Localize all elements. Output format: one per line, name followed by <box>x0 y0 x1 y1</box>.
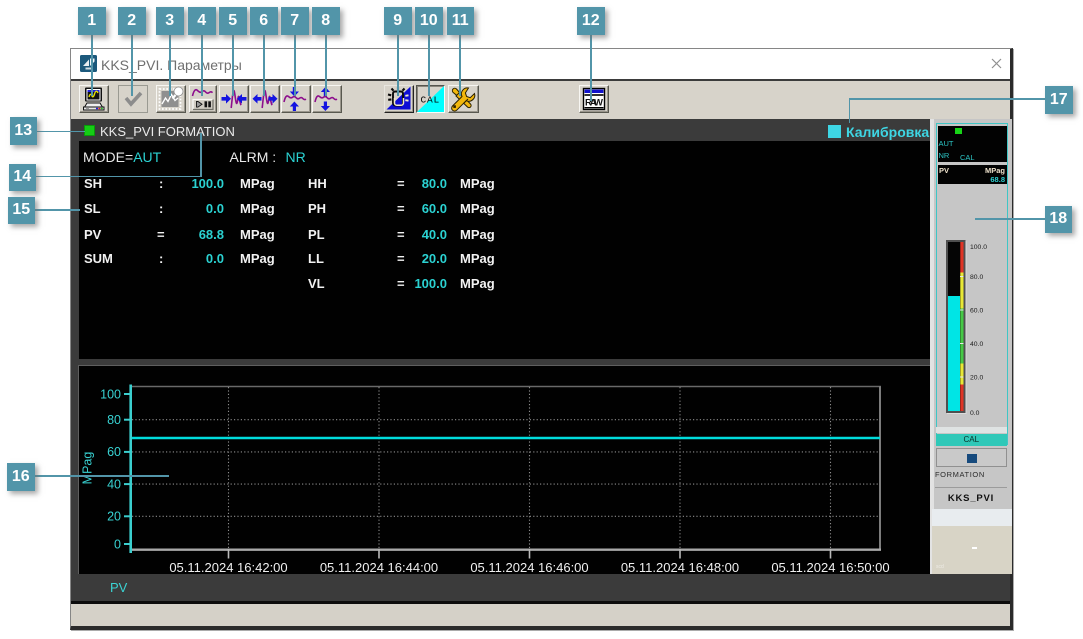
svg-text:05.11.2024 16:50:00: 05.11.2024 16:50:00 <box>771 560 889 575</box>
svg-text:20.0: 20.0 <box>970 374 983 381</box>
svg-text:60.0: 60.0 <box>970 307 983 314</box>
svg-text:80.0: 80.0 <box>970 274 983 281</box>
svg-text:60: 60 <box>107 445 121 459</box>
svg-text:0.0: 0.0 <box>970 410 980 416</box>
svg-text:CAL: CAL <box>420 94 440 105</box>
svg-text:05.11.2024 16:44:00: 05.11.2024 16:44:00 <box>320 560 438 575</box>
svg-text:40: 40 <box>107 477 121 491</box>
svg-text:05.11.2024 16:48:00: 05.11.2024 16:48:00 <box>621 560 739 575</box>
svg-text:05.11.2024 16:42:00: 05.11.2024 16:42:00 <box>169 560 287 575</box>
svg-text:0: 0 <box>114 537 121 551</box>
svg-text:RAW: RAW <box>585 97 603 108</box>
svg-text:100: 100 <box>100 387 121 401</box>
svg-text:MPag: MPag <box>81 451 95 484</box>
svg-text:05.11.2024 16:46:00: 05.11.2024 16:46:00 <box>470 560 588 575</box>
svg-text:40.0: 40.0 <box>970 341 983 348</box>
svg-text:80: 80 <box>107 413 121 427</box>
svg-text:20: 20 <box>107 509 121 523</box>
svg-text:100.0: 100.0 <box>970 244 987 251</box>
